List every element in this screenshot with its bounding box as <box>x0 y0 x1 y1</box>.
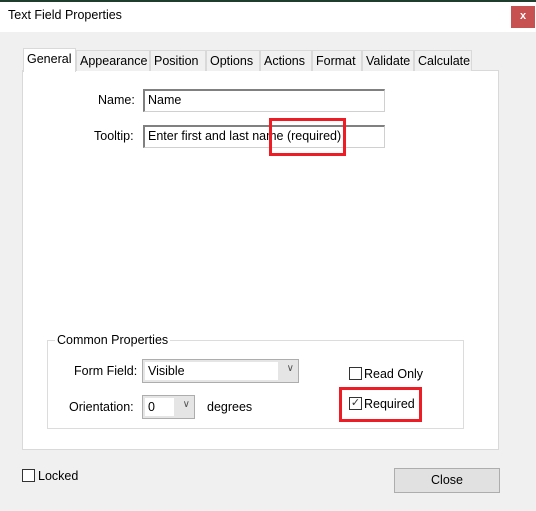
orientation-label: Orientation: <box>69 400 134 414</box>
form-field-label: Form Field: <box>74 364 138 378</box>
tooltip-label: Tooltip: <box>94 129 134 143</box>
tab-appearance[interactable]: Appearance <box>76 50 150 71</box>
locked-checkbox[interactable] <box>22 469 35 482</box>
form-field-select[interactable]: Visible ∨ <box>142 359 299 383</box>
highlight-box-tooltip <box>269 118 346 156</box>
chevron-down-icon: ∨ <box>286 363 294 374</box>
tab-position[interactable]: Position <box>150 50 206 71</box>
form-field-value: Visible <box>145 362 278 380</box>
name-input[interactable]: Name <box>143 89 385 112</box>
tab-calculate[interactable]: Calculate <box>414 50 472 71</box>
tab-validate[interactable]: Validate <box>362 50 414 71</box>
tab-options[interactable]: Options <box>206 50 260 71</box>
orientation-select[interactable]: 0 ∨ <box>142 395 195 419</box>
degrees-label: degrees <box>207 400 253 414</box>
tab-general[interactable]: General <box>23 48 76 72</box>
highlight-box-required <box>339 387 422 422</box>
read-only-label[interactable]: Read Only <box>364 367 423 381</box>
locked-label[interactable]: Locked <box>38 469 78 483</box>
name-label: Name: <box>98 93 135 107</box>
tab-actions[interactable]: Actions <box>260 50 312 71</box>
orientation-value: 0 <box>145 398 174 416</box>
chevron-down-icon: ∨ <box>182 399 190 410</box>
tab-format[interactable]: Format <box>312 50 362 71</box>
window-close-button[interactable]: x <box>511 6 535 28</box>
tooltip-input[interactable]: Enter first and last name (required) <box>143 125 385 148</box>
window-title: Text Field Properties <box>8 8 122 22</box>
read-only-checkbox[interactable] <box>349 367 362 380</box>
close-button[interactable]: Close <box>394 468 500 493</box>
common-properties-legend: Common Properties <box>55 333 171 347</box>
